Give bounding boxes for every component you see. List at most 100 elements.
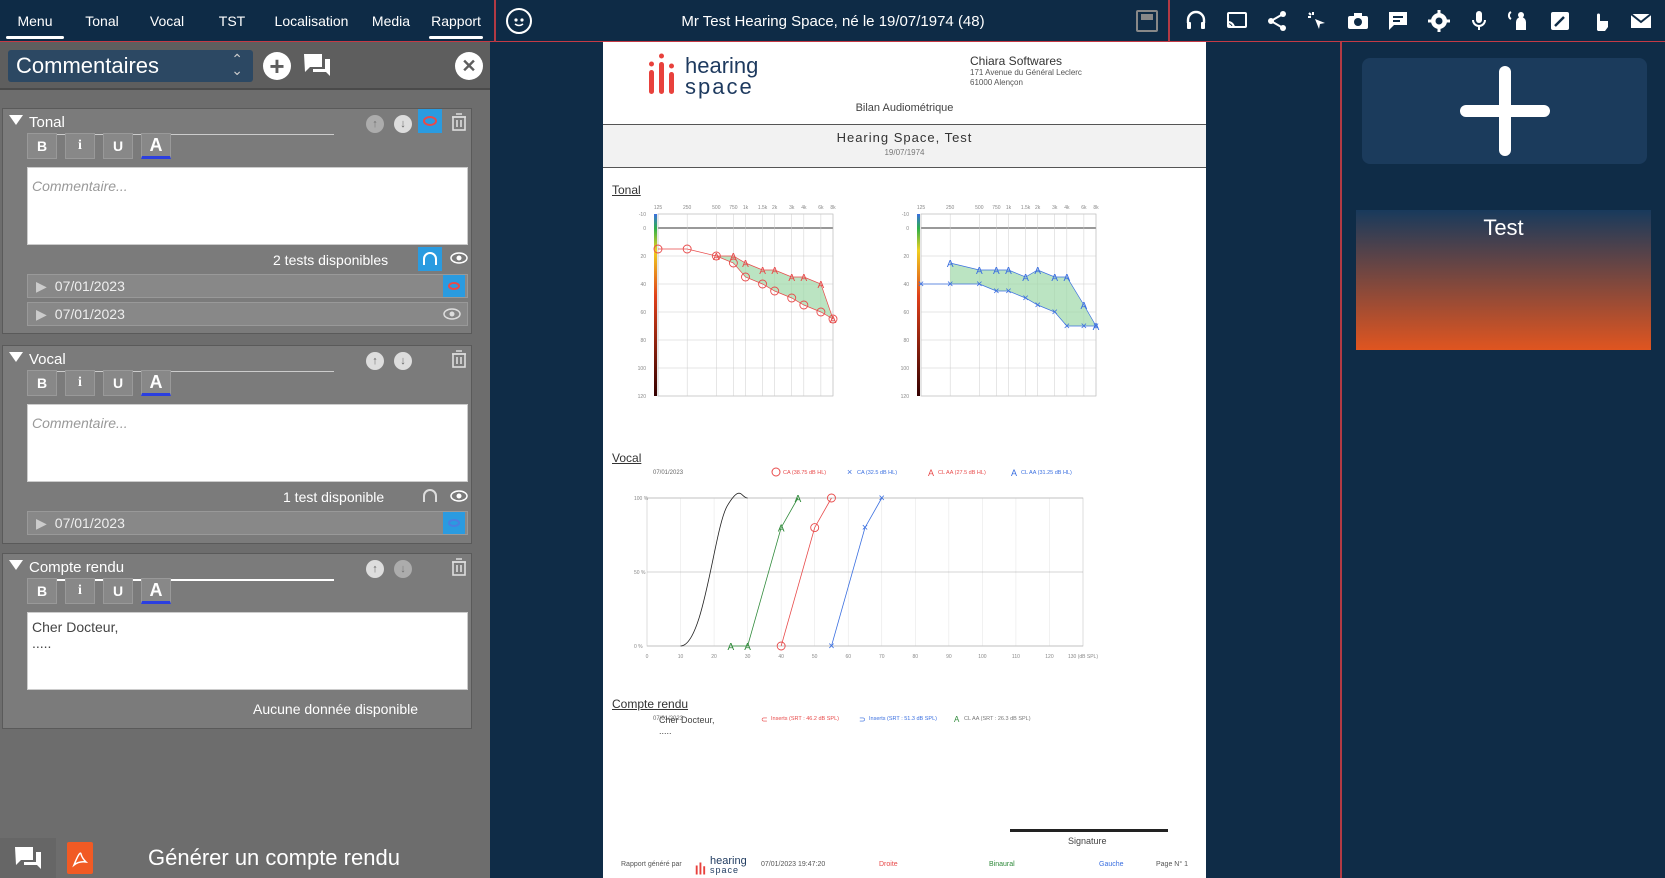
play-icon[interactable]: ▶ — [36, 515, 47, 532]
footer-binaural: Binaural — [989, 861, 1015, 868]
data-point: A — [1022, 273, 1029, 284]
move-up-button[interactable]: ↑ — [366, 352, 384, 370]
save-icon[interactable] — [1136, 10, 1158, 32]
comments-icon[interactable] — [302, 52, 332, 85]
footer-date: 07/01/2023 19:47:20 — [761, 861, 826, 868]
x-tick-label: 10 — [678, 654, 684, 660]
text-color-button[interactable]: A — [141, 133, 171, 159]
test-row[interactable]: ▶ 07/01/2023 — [27, 274, 468, 298]
collapse-icon[interactable] — [9, 560, 23, 570]
comment-editor[interactable]: Commentaire... — [27, 404, 468, 482]
collapse-icon[interactable] — [9, 115, 23, 125]
underline-button[interactable]: U — [103, 370, 133, 396]
text-color-button[interactable]: A — [141, 370, 171, 396]
move-down-button[interactable]: ↓ — [394, 352, 412, 370]
comment-editor[interactable]: Commentaire... — [27, 167, 468, 245]
close-panel-button[interactable]: ✕ — [455, 52, 483, 80]
settings-icon[interactable] — [1426, 8, 1452, 34]
tab-localisation[interactable]: Localisation — [264, 0, 359, 42]
headset-icon[interactable] — [1183, 8, 1209, 34]
x-tick-label: 3k — [789, 205, 795, 211]
underline-button[interactable]: U — [103, 578, 133, 604]
move-up-button[interactable]: ↑ — [366, 115, 384, 133]
data-point: × — [1034, 300, 1040, 312]
play-icon[interactable]: ▶ — [36, 306, 47, 323]
x-tick-label: 1.5k — [758, 205, 768, 211]
x-tick-label: 1k — [743, 205, 749, 211]
move-down-button[interactable]: ↓ — [394, 560, 412, 578]
tab-vocal[interactable]: Vocal — [134, 0, 200, 42]
eye-icon[interactable] — [443, 307, 461, 324]
y-tick-label: 100 — [638, 366, 647, 372]
data-point: A — [1081, 301, 1088, 312]
test-row[interactable]: ▶ 07/01/2023 — [27, 302, 468, 326]
trash-icon[interactable] — [451, 113, 467, 136]
section-compte-label: Compte rendu — [612, 697, 689, 711]
edit-icon[interactable] — [1547, 8, 1573, 34]
link-icon[interactable] — [443, 512, 465, 534]
chat-icon[interactable] — [1385, 8, 1411, 34]
tab-tonal[interactable]: Tonal — [70, 0, 134, 42]
headphones-icon[interactable] — [421, 487, 439, 510]
trash-icon[interactable] — [451, 558, 467, 581]
move-up-button[interactable]: ↑ — [366, 560, 384, 578]
play-icon[interactable]: ▶ — [36, 278, 47, 295]
panel-selector[interactable]: Commentaires ⌃ ⌄ — [8, 50, 253, 82]
section-title: Compte rendu — [29, 559, 125, 576]
eye-icon[interactable] — [450, 489, 468, 508]
person-speaking-icon[interactable] — [1506, 8, 1532, 34]
collapse-icon[interactable] — [9, 352, 23, 362]
add-test-button[interactable] — [1362, 58, 1647, 164]
bold-button[interactable]: B — [27, 578, 57, 604]
test-card[interactable]: Test — [1356, 210, 1651, 350]
x-tick-label: 250 — [683, 205, 692, 211]
move-down-button[interactable]: ↓ — [394, 115, 412, 133]
cast-icon[interactable] — [1224, 8, 1250, 34]
headphones-icon[interactable] — [418, 247, 442, 271]
italic-button[interactable]: i — [65, 133, 95, 159]
bold-button[interactable]: B — [27, 133, 57, 159]
test-row[interactable]: ▶ 07/01/2023 — [27, 511, 468, 535]
patient-avatar-icon[interactable] — [506, 8, 532, 34]
trash-icon[interactable] — [451, 350, 467, 373]
text-color-button[interactable]: A — [141, 578, 171, 604]
section-vocal: Vocal ↑ ↓ B i U A Commentaire... 1 test … — [2, 345, 472, 544]
x-tick-label: 50 — [812, 654, 818, 660]
underline-button[interactable]: U — [103, 133, 133, 159]
add-comment-button[interactable]: + — [263, 51, 291, 81]
camera-icon[interactable] — [1345, 8, 1371, 34]
comments-toggle-button[interactable] — [0, 838, 56, 878]
tab-menu[interactable]: Menu — [0, 0, 70, 42]
x-tick-label: 60 — [845, 654, 851, 660]
hand-pointer-icon[interactable] — [1587, 8, 1613, 34]
eye-icon[interactable] — [450, 251, 468, 270]
tests-available: 1 test disponible — [283, 489, 385, 505]
link-icon[interactable] — [418, 109, 442, 133]
y-tick-label: 0 — [906, 226, 909, 232]
italic-button[interactable]: i — [65, 578, 95, 604]
generate-report-button[interactable]: Générer un compte rendu — [57, 838, 490, 878]
mail-icon[interactable] — [1628, 8, 1654, 34]
tab-tst[interactable]: TST — [200, 0, 264, 42]
x-tick-label: 125 — [654, 205, 663, 211]
data-point: × — [918, 279, 924, 291]
tab-media[interactable]: Media — [359, 0, 423, 42]
cursor-click-icon[interactable] — [1304, 8, 1330, 34]
tab-rapport[interactable]: Rapport — [423, 0, 489, 42]
report-editor[interactable]: Cher Docteur, ..... — [27, 612, 468, 690]
format-toolbar: B i U A — [27, 578, 171, 604]
vocal-chart: 0 10 20 30 40 50 60 70 80 90 100 110 120 130 (dB SPL)… — [634, 493, 1098, 725]
patient-name: Hearing Space, Test — [836, 130, 973, 145]
share-icon[interactable] — [1264, 8, 1290, 34]
link-icon[interactable] — [443, 275, 465, 297]
data-point: × — [1081, 321, 1087, 333]
tests-available: 2 tests disponibles — [273, 252, 389, 268]
bold-button[interactable]: B — [27, 370, 57, 396]
speech-audiogram: 0 10 20 30 40 50 60 70 80 90 100 110 120 130 (dB SPL)… — [634, 493, 1098, 661]
data-point: A — [778, 524, 785, 535]
microphone-icon[interactable] — [1466, 8, 1492, 34]
data-point: A — [730, 252, 737, 263]
x-tick-label: 125 — [917, 205, 926, 211]
y-tick-label: 60 — [903, 310, 909, 316]
italic-button[interactable]: i — [65, 370, 95, 396]
